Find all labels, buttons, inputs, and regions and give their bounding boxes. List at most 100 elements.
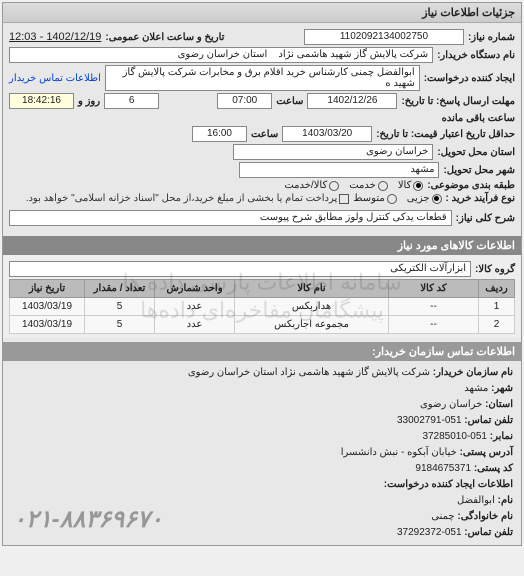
contact-block: نام سازمان خریدار: شرکت پالایش گاز شهید … [3,361,521,545]
th-row: ردیف [479,280,515,298]
contact-prov: خراسان رضوی [420,399,482,410]
radio-service-label: خدمت [349,180,376,191]
cell-unit: عدد [155,316,235,334]
pkg-label: طبقه بندی موضوعی: [427,180,515,191]
announce-value: 1402/12/19 - 12:03 [9,31,101,43]
treasury-note: پرداخت تمام یا بخشی از مبلغ خرید،از محل … [26,193,338,204]
req-no-label: شماره نیاز: [468,32,515,43]
validity-date-field: 1403/03/20 [282,126,372,142]
cell-name: مجموعه اجاربکس [235,316,389,334]
contact-city-row: شهر: مشهد [11,381,513,397]
th-qty: تعداد / مقدار [85,280,155,298]
radio-goods-service[interactable]: کالا/خدمت [284,180,339,191]
contact-prov-label: استان: [485,399,513,410]
contact-prov-row: استان: خراسان رضوی [11,397,513,413]
radio-small-dot [432,194,442,204]
contact-city-label: شهر: [491,383,513,394]
contact-phone: 051-33002791 [397,415,462,426]
contact-postal-label: کد پستی: [474,463,513,474]
cell-date: 1403/03/19 [10,316,85,334]
panel-title: جزئیات اطلاعات نیاز [3,3,521,23]
buyer-org-field: شرکت پالایش گاز شهید هاشمی نژاد استان خر… [9,47,433,63]
creator-field: ابوالفضل چمنی کارشناس خرید اقلام برق و م… [105,65,420,91]
size-radio-group: جزیی متوسط [353,193,441,204]
radio-service[interactable]: خدمت [349,180,388,191]
contact-addr-label: آدرس پستی: [460,447,513,458]
desc-label: شرح کلی نیاز: [456,213,515,224]
radio-medium-dot [387,194,397,204]
resp-time-field: 07:00 [217,93,272,109]
footer-phone-watermark: ۰۲۱-۸۸۳۶۹۶۷۰ [13,501,163,539]
contact-name: ابوالفضل [457,495,495,506]
resp-date-field: 1402/12/26 [307,93,397,109]
cell-code: -- [389,298,479,316]
form-area: شماره نیاز: 1102092134002750 تاریخ و ساع… [3,23,521,232]
contact-phone-label: تلفن تماس: [464,415,513,426]
items-table: ردیف کد کالا نام کالا واحد شمارش تعداد /… [9,279,515,334]
th-code: کد کالا [389,280,479,298]
treasury-checkbox [339,194,349,204]
cell-row: 2 [479,316,515,334]
radio-small-label: جزیی [407,193,430,204]
table-row: 2 -- مجموعه اجاربکس عدد 5 1403/03/19 [10,316,515,334]
radio-gs-label: کالا/خدمت [284,180,327,191]
contact-creator-label: اطلاعات ایجاد کننده درخواست: [384,479,513,490]
radio-gs-dot [329,181,339,191]
resp-deadline-label: مهلت ارسال پاسخ: تا تاریخ: [401,96,515,107]
details-panel: جزئیات اطلاعات نیاز شماره نیاز: 11020921… [2,2,522,546]
buyer-contact-link[interactable]: اطلاعات تماس خریدار [9,73,101,84]
deliv-prov-label: استان محل تحویل: [437,147,515,158]
cell-date: 1403/03/19 [10,298,85,316]
items-section-title: اطلاعات کالاهای مورد نیاز [3,236,521,255]
pkg-radio-group: کالا خدمت کالا/خدمت [284,180,423,191]
th-date: تاریخ نیاز [10,280,85,298]
contact-org-row: نام سازمان خریدار: شرکت پالایش گاز شهید … [11,365,513,381]
remaining-time-field: 18:42:16 [9,93,74,109]
radio-service-dot [378,181,388,191]
contact-phone2: 051-37292372 [397,527,462,538]
radio-medium[interactable]: متوسط [353,193,396,204]
contact-org: شرکت پالایش گاز شهید هاشمی نژاد استان خر… [188,367,430,378]
contact-addr: خیابان آبکوه - نبش دانشسرا [341,447,457,458]
radio-goods[interactable]: کالا [398,180,424,191]
cell-qty: 5 [85,316,155,334]
contact-postal-row: کد پستی: 9184675371 [11,461,513,477]
th-name: نام کالا [235,280,389,298]
buyer-org-text: شرکت پالایش گاز شهید هاشمی نژاد [278,49,428,60]
remaining-days-field: 6 [104,93,159,109]
contact-city: مشهد [464,383,488,394]
contact-surname: چمنی [431,511,454,522]
remaining-suffix: ساعت باقی مانده [442,113,515,124]
table-header-row: ردیف کد کالا نام کالا واحد شمارش تعداد /… [10,280,515,298]
contact-surname-label: نام خانوادگی: [457,511,513,522]
cell-name: هداربکس [235,298,389,316]
group-label: گروه کالا: [475,264,515,275]
th-unit: واحد شمارش [155,280,235,298]
deliv-prov-field: خراسان رضوی [233,144,433,160]
items-area: گروه کالا: ابزارآلات الکتریکی ردیف کد کا… [3,255,521,338]
group-field: ابزارآلات الکتریکی [9,261,471,277]
treasury-check[interactable]: پرداخت تمام یا بخشی از مبلغ خرید،از محل … [26,193,350,204]
contact-fax-row: نمابر: 051-37285010 [11,429,513,445]
contact-postal: 9184675371 [415,463,471,474]
cell-unit: عدد [155,298,235,316]
buyer-prov-text: استان خراسان رضوی [178,49,268,60]
contact-creator-section: اطلاعات ایجاد کننده درخواست: [11,477,513,493]
contact-fax: 051-37285010 [422,431,487,442]
radio-medium-label: متوسط [353,193,384,204]
table-row: 1 -- هداربکس عدد 5 1403/03/19 [10,298,515,316]
contact-org-label: نام سازمان خریدار: [433,367,513,378]
radio-small[interactable]: جزیی [407,193,442,204]
remaining-days-label: روز و [78,96,100,107]
purchase-size-label: نوع فرآیند خرید : [446,193,515,204]
cell-row: 1 [479,298,515,316]
validity-label: حداقل تاریخ اعتبار قیمت: تا تاریخ: [376,129,515,140]
resp-time-label: ساعت [276,96,303,107]
contact-name-label: نام: [498,495,513,506]
radio-goods-dot [413,181,423,191]
cell-code: -- [389,316,479,334]
buyer-org-label: نام دستگاه خریدار: [437,50,515,61]
deliv-city-label: شهر محل تحویل: [443,165,515,176]
radio-goods-label: کالا [398,180,412,191]
contact-fax-label: نمابر: [490,431,513,442]
